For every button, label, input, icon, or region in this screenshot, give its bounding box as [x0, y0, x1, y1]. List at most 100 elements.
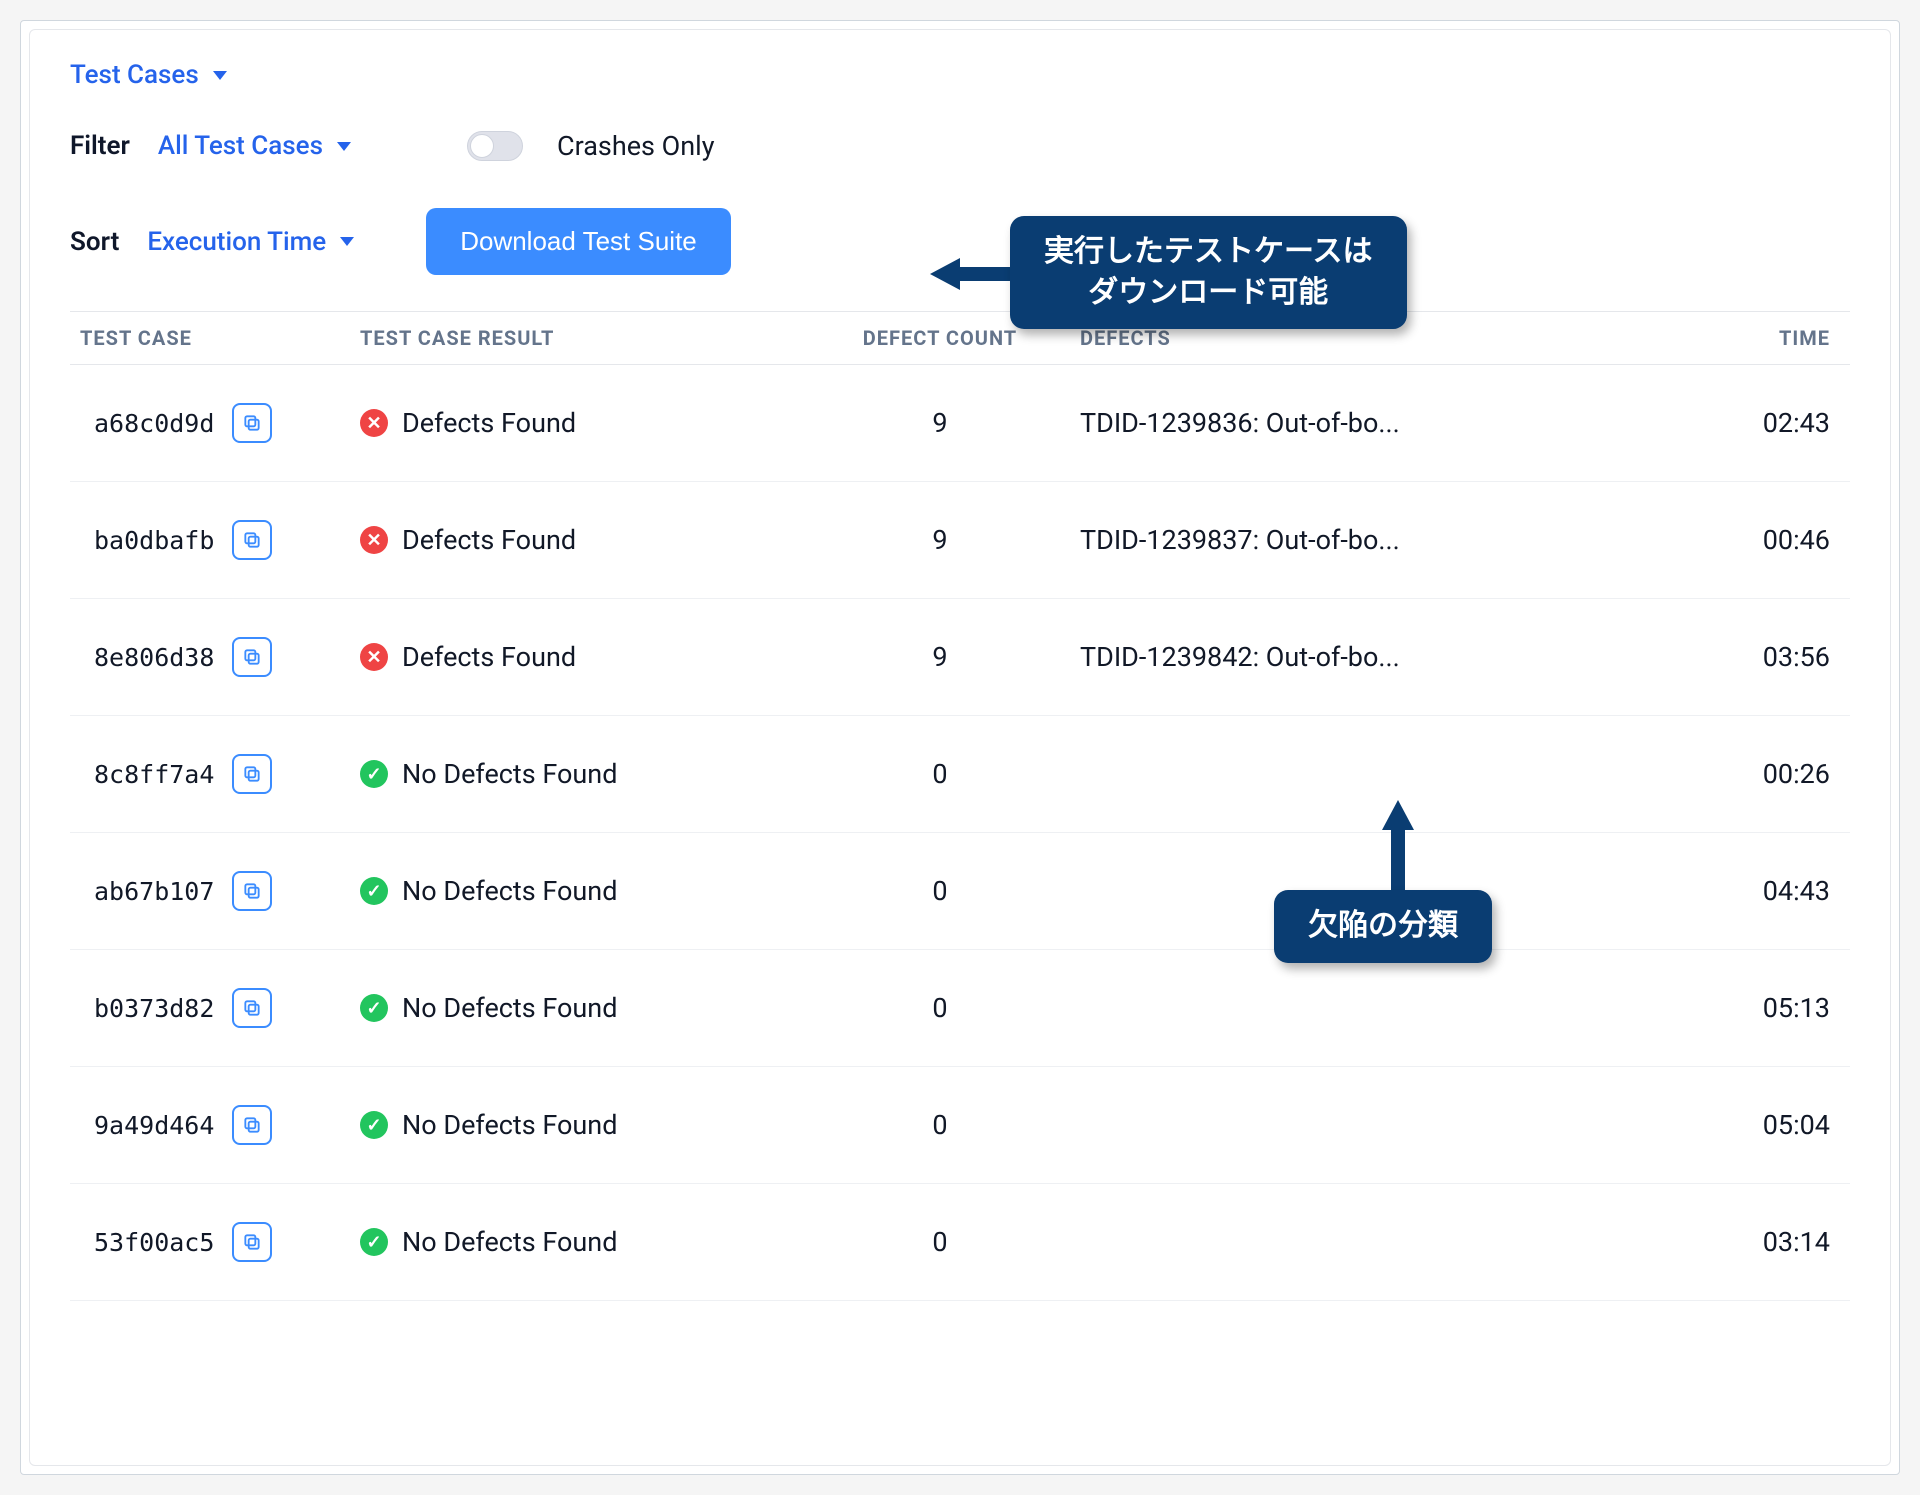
filter-value: All Test Cases [158, 131, 323, 161]
execution-time: 04:43 [1560, 875, 1840, 907]
copy-icon [242, 413, 262, 433]
test-case-id-cell: ba0dbafb [80, 520, 360, 560]
filter-row: Filter All Test Cases Crashes Only [70, 130, 1850, 162]
defect-count: 0 [800, 875, 1080, 907]
success-icon: ✓ [360, 877, 388, 905]
success-icon: ✓ [360, 760, 388, 788]
test-case-id-cell: a68c0d9d [80, 403, 360, 443]
result-text: No Defects Found [402, 1226, 617, 1258]
result-cell: ✓ No Defects Found [360, 875, 800, 907]
crashes-only-toggle[interactable] [467, 131, 523, 161]
result-text: No Defects Found [402, 758, 617, 790]
result-text: Defects Found [402, 407, 576, 439]
copy-id-button[interactable] [232, 754, 272, 794]
defects-text: TDID-1239836: Out-of-bo... [1080, 407, 1560, 439]
filter-label: Filter [70, 131, 130, 161]
error-icon: ✕ [360, 526, 388, 554]
chevron-down-icon [337, 142, 351, 151]
result-cell: ✕ Defects Found [360, 407, 800, 439]
result-cell: ✕ Defects Found [360, 524, 800, 556]
test-cases-panel: Test Cases Filter All Test Cases Crashes… [29, 29, 1891, 1466]
test-case-id-cell: 53f00ac5 [80, 1222, 360, 1262]
defect-count: 9 [800, 641, 1080, 673]
error-icon: ✕ [360, 409, 388, 437]
result-text: Defects Found [402, 524, 576, 556]
crashes-only-label: Crashes Only [557, 130, 714, 162]
copy-id-button[interactable] [232, 871, 272, 911]
test-case-id: ab67b107 [94, 877, 214, 906]
test-case-id: 8c8ff7a4 [94, 760, 214, 789]
result-cell: ✕ Defects Found [360, 641, 800, 673]
sort-row: Sort Execution Time Download Test Suite [70, 208, 1850, 275]
table-row: 8e806d38 ✕ Defects Found 9TDID-1239842: Out… [70, 599, 1850, 716]
test-case-id: 8e806d38 [94, 643, 214, 672]
copy-id-button[interactable] [232, 1222, 272, 1262]
sort-dropdown[interactable]: Execution Time [147, 227, 354, 257]
defect-count: 0 [800, 992, 1080, 1024]
table-row: ab67b107 ✓ No Defects Found 0 04:43 [70, 833, 1850, 950]
outer-frame: Test Cases Filter All Test Cases Crashes… [20, 20, 1900, 1475]
copy-id-button[interactable] [232, 637, 272, 677]
table-body: a68c0d9d✕Defects Found9TDID-1239836: Out… [70, 365, 1850, 1301]
success-icon: ✓ [360, 1111, 388, 1139]
defects-text: TDID-1239842: Out-of-bo... [1080, 641, 1560, 673]
copy-icon [242, 764, 262, 784]
sort-label: Sort [70, 227, 119, 257]
defect-count: 9 [800, 524, 1080, 556]
copy-icon [242, 881, 262, 901]
result-cell: ✓ No Defects Found [360, 1226, 800, 1258]
error-icon: ✕ [360, 643, 388, 671]
defect-count: 0 [800, 1109, 1080, 1141]
success-icon: ✓ [360, 1228, 388, 1256]
result-cell: ✓ No Defects Found [360, 1109, 800, 1141]
test-case-id-cell: b0373d82 [80, 988, 360, 1028]
result-cell: ✓ No Defects Found [360, 758, 800, 790]
execution-time: 02:43 [1560, 407, 1840, 439]
table-row: ba0dbafb ✕ Defects Found 9TDID-1239837: Out… [70, 482, 1850, 599]
copy-id-button[interactable] [232, 403, 272, 443]
sort-value: Execution Time [147, 227, 326, 257]
result-text: No Defects Found [402, 1109, 617, 1141]
execution-time: 00:26 [1560, 758, 1840, 790]
annotation-defects-callout: 欠陥の分類 [1274, 890, 1492, 963]
annotation-download-callout: 実行したテストケースは ダウンロード可能 [1010, 216, 1407, 329]
success-icon: ✓ [360, 994, 388, 1022]
download-test-suite-button[interactable]: Download Test Suite [426, 208, 731, 275]
view-selector-label: Test Cases [70, 60, 199, 90]
result-text: Defects Found [402, 641, 576, 673]
annotation-arrow-shaft [956, 267, 1016, 281]
annotation-arrow-shaft [1391, 826, 1405, 896]
test-cases-table: TEST CASE TEST CASE RESULT DEFECT COUNT … [70, 311, 1850, 1301]
copy-icon [242, 1232, 262, 1252]
result-text: No Defects Found [402, 992, 617, 1024]
copy-id-button[interactable] [232, 988, 272, 1028]
table-header-row: TEST CASE TEST CASE RESULT DEFECT COUNT … [70, 311, 1850, 365]
copy-id-button[interactable] [232, 1105, 272, 1145]
view-selector-dropdown[interactable]: Test Cases [70, 60, 227, 90]
copy-icon [242, 530, 262, 550]
filter-dropdown[interactable]: All Test Cases [158, 131, 351, 161]
table-row: b0373d82 ✓ No Defects Found 0 05:13 [70, 950, 1850, 1067]
table-row: a68c0d9d✕ Defects Found 9TDID-1239836: Out… [70, 365, 1850, 482]
execution-time: 03:56 [1560, 641, 1840, 673]
chevron-down-icon [213, 71, 227, 80]
test-case-id: b0373d82 [94, 994, 214, 1023]
col-time: TIME [1560, 326, 1840, 350]
copy-id-button[interactable] [232, 520, 272, 560]
col-defects: DEFECTS [1080, 326, 1560, 350]
col-test-case: TEST CASE [80, 326, 360, 350]
copy-icon [242, 998, 262, 1018]
defects-text: TDID-1239837: Out-of-bo... [1080, 524, 1560, 556]
execution-time: 00:46 [1560, 524, 1840, 556]
execution-time: 05:13 [1560, 992, 1840, 1024]
execution-time: 03:14 [1560, 1226, 1840, 1258]
test-case-id: ba0dbafb [94, 526, 214, 555]
col-result: TEST CASE RESULT [360, 326, 800, 350]
col-defect-count: DEFECT COUNT [800, 326, 1080, 350]
defect-count: 9 [800, 407, 1080, 439]
table-row: 53f00ac5✓ No Defects Found 0 03:14 [70, 1184, 1850, 1301]
copy-icon [242, 1115, 262, 1135]
defect-count: 0 [800, 1226, 1080, 1258]
table-row: 9a49d464✓No Defects Found005:04 [70, 1067, 1850, 1184]
result-text: No Defects Found [402, 875, 617, 907]
